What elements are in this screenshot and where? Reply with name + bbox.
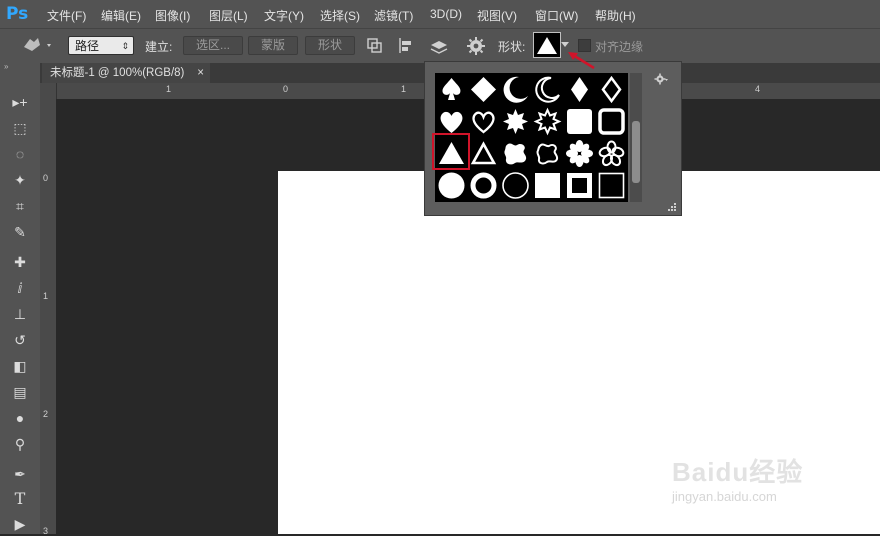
menu-window[interactable]: 窗口(W) (535, 7, 578, 24)
make-selection-button[interactable]: 选区... (183, 36, 243, 55)
make-shape-button[interactable]: 形状 (305, 36, 355, 55)
selected-shape-highlight (432, 133, 470, 170)
shape-blob-outline[interactable] (532, 138, 563, 169)
ruler-tick-label: 4 (755, 84, 761, 94)
shape-diamond-outline[interactable] (596, 74, 627, 105)
eyedropper-tool-icon[interactable]: ✎ (6, 220, 34, 244)
shape-square-thin-frame[interactable] (596, 170, 627, 201)
menu-file[interactable]: 文件(F) (47, 7, 86, 24)
document-tab-title: 未标题-1 @ 100%(RGB/8) (50, 67, 185, 79)
watermark-url: jingyan.baidu.com (672, 489, 777, 504)
shape-circle[interactable] (436, 170, 467, 201)
magic-wand-tool-icon[interactable]: ✦ (6, 168, 34, 192)
shape-picker-scrollbar[interactable] (630, 73, 642, 202)
menu-layer[interactable]: 图层(L) (209, 7, 248, 24)
shape-rounded-square-outline[interactable] (596, 106, 627, 137)
close-icon[interactable]: × (197, 63, 204, 83)
blur-tool-icon[interactable]: ● (6, 406, 34, 430)
brush-tool-icon[interactable]: ⅈ (6, 276, 34, 300)
shape-picker-label: 形状: (498, 40, 526, 54)
shape-blob[interactable] (500, 138, 531, 169)
menu-help[interactable]: 帮助(H) (595, 7, 636, 24)
make-label: 建立: (145, 40, 173, 54)
shape-star-burst-outline[interactable] (532, 106, 563, 137)
menu-bar: Ps 文件(F) 编辑(E) 图像(I) 图层(L) 文字(Y) 选择(S) 滤… (0, 0, 880, 28)
path-operations-icon[interactable] (366, 37, 386, 55)
shape-picker-swatch[interactable] (533, 32, 561, 58)
shape-tool-preset-icon[interactable] (20, 35, 56, 55)
shape-diamond[interactable] (468, 74, 499, 105)
mode-select-value: 路径 (75, 39, 100, 53)
shape-crescent[interactable] (500, 74, 531, 105)
ruler-tick-label: 0 (43, 173, 49, 183)
shape-star-burst[interactable] (500, 106, 531, 137)
menu-filter[interactable]: 滤镜(T) (374, 7, 413, 24)
app-logo: Ps (6, 4, 29, 24)
shape-square[interactable] (532, 170, 563, 201)
ruler-tick-label: 2 (43, 409, 49, 419)
history-brush-tool-icon[interactable]: ↺ (6, 328, 34, 352)
path-selection-tool-icon[interactable]: ▶ (6, 512, 34, 536)
ruler-tick-label: 1 (166, 84, 172, 94)
pen-tool-icon[interactable]: ✒ (6, 462, 34, 486)
gear-icon[interactable] (654, 73, 668, 85)
stamp-tool-icon[interactable]: ⊥ (6, 302, 34, 326)
menu-type[interactable]: 文字(Y) (264, 7, 304, 24)
ruler-tick-label: 1 (43, 291, 49, 301)
crop-tool-icon[interactable]: ⌗ (6, 194, 34, 218)
resize-grip-icon[interactable] (667, 202, 677, 212)
shape-triangle-outline[interactable] (468, 138, 499, 169)
watermark-brand: Baidu经验 (672, 457, 804, 487)
menu-3d[interactable]: 3D(D) (430, 7, 462, 21)
ruler-tick-label: 0 (283, 84, 289, 94)
shape-diamond-suit[interactable] (564, 74, 595, 105)
annotation-arrow-icon (568, 52, 595, 70)
document-tab[interactable]: 未标题-1 @ 100%(RGB/8) × (42, 63, 210, 83)
eraser-tool-icon[interactable]: ◧ (6, 354, 34, 378)
gear-icon[interactable] (466, 36, 488, 56)
menu-view[interactable]: 视图(V) (477, 7, 517, 24)
ruler-tick-label: 3 (43, 526, 49, 536)
make-mask-button[interactable]: 蒙版 (248, 36, 298, 55)
chevron-down-icon[interactable] (561, 42, 569, 48)
scrollbar-thumb[interactable] (632, 121, 640, 183)
shape-square-frame[interactable] (564, 170, 595, 201)
move-tool-icon[interactable]: ▸+ (6, 90, 34, 114)
shape-rounded-square[interactable] (564, 106, 595, 137)
lasso-tool-icon[interactable]: ◌ (6, 142, 34, 166)
menu-image[interactable]: 图像(I) (155, 7, 190, 24)
menu-edit[interactable]: 编辑(E) (101, 7, 141, 24)
mode-select[interactable]: 路径 ⇕ (68, 36, 134, 55)
path-arrangement-icon[interactable] (427, 37, 449, 55)
dodge-tool-icon[interactable]: ⚲ (6, 432, 34, 456)
ruler-tick-label: 1 (401, 84, 407, 94)
path-alignment-icon[interactable] (397, 37, 417, 55)
menu-select[interactable]: 选择(S) (320, 7, 360, 24)
type-tool-icon[interactable]: T (6, 487, 34, 511)
shape-flower[interactable] (564, 138, 595, 169)
shape-flower-outline[interactable] (596, 138, 627, 169)
vertical-ruler (40, 83, 57, 534)
select-arrow-icon: ⇕ (121, 41, 129, 51)
collapse-icon[interactable]: » (4, 63, 36, 71)
baidu-watermark: Baidu经验 jingyan.baidu.com (672, 452, 803, 504)
shape-ring[interactable] (468, 170, 499, 201)
marquee-tool-icon[interactable]: ⬚ (6, 116, 34, 140)
shape-heart-outline[interactable] (468, 106, 499, 137)
ruler-corner (40, 83, 56, 99)
shape-circle-thin-ring[interactable] (500, 170, 531, 201)
shape-crescent-outline[interactable] (532, 74, 563, 105)
align-edges-label: 对齐边缘 (595, 40, 644, 54)
gradient-tool-icon[interactable]: ▤ (6, 380, 34, 404)
triangle-icon (537, 37, 557, 54)
shape-spade[interactable] (436, 74, 467, 105)
healing-brush-tool-icon[interactable]: ✚ (6, 250, 34, 274)
tools-panel: » ▸+ ⬚ ◌ ✦ ⌗ ✎ ✚ ⅈ ⊥ ↺ ◧ ▤ ● ⚲ ✒ T ▶ (0, 62, 40, 534)
